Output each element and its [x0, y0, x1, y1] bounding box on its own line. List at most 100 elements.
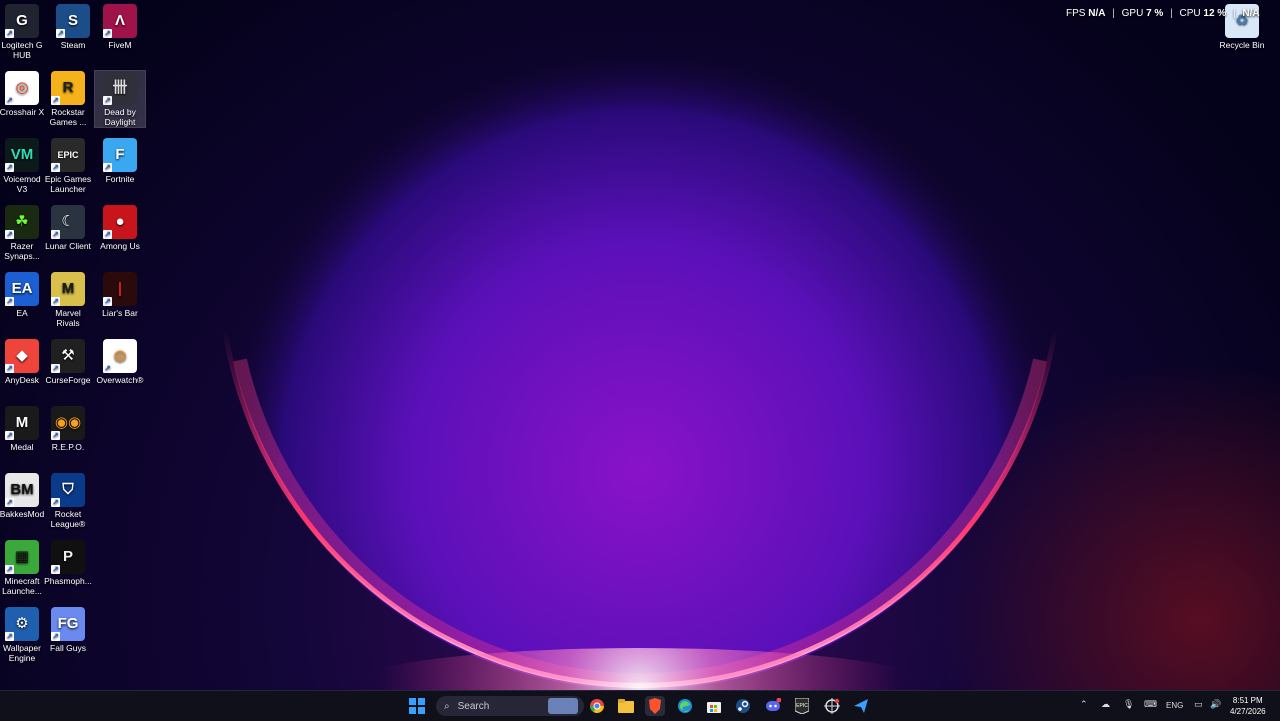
shortcut-arrow-icon: ↗	[5, 565, 14, 574]
edge-icon	[678, 699, 692, 713]
shortcut-arrow-icon: ↗	[5, 29, 14, 38]
desktop-icon-label: Rockstar Games ...	[49, 107, 87, 127]
overlay-separator: |	[1170, 8, 1173, 19]
desktop-icon-label: Steam	[60, 40, 86, 50]
desktop-wallpaper	[0, 0, 1280, 720]
desktop-icon-label: Medal	[10, 442, 34, 452]
chrome-taskbar-button[interactable]	[587, 696, 607, 716]
desktop-icon-label: Lunar Client	[45, 241, 91, 251]
show-hidden-icons-chevron-icon[interactable]: ⌃	[1080, 699, 1088, 710]
shortcut-arrow-icon: ↗	[103, 29, 112, 38]
app-icon: ⚙ ↗	[5, 607, 39, 641]
shortcut-arrow-icon: ↗	[5, 297, 14, 306]
file-explorer-taskbar-button[interactable]	[616, 696, 636, 716]
discord-taskbar-button[interactable]	[763, 696, 783, 716]
fps-value: N/A	[1088, 8, 1106, 19]
steam-taskbar-button[interactable]	[733, 696, 753, 716]
shortcut-arrow-icon: ↗	[103, 297, 112, 306]
shortcut-arrow-icon: ↗	[103, 364, 112, 373]
shortcut-arrow-icon: ↗	[51, 364, 60, 373]
desktop-icon-label: R.E.P.O.	[51, 442, 85, 452]
crosshair-icon	[824, 698, 840, 714]
desktop-icon-r-e-p-o[interactable]: ◉◉ ↗ R.E.P.O.	[43, 406, 93, 452]
keyboard-icon[interactable]: ⌨	[1144, 699, 1157, 710]
shortcut-arrow-icon: ↗	[51, 431, 60, 440]
shortcut-arrow-icon: ↗	[5, 96, 14, 105]
desktop-icon-razer-synaps[interactable]: ☘ ↗ Razer Synaps...	[0, 205, 47, 261]
app-icon: P ↗	[51, 540, 85, 574]
desktop-icon-bakkesmod[interactable]: BM ↗ BakkesMod	[0, 473, 47, 519]
desktop-icon-fortnite[interactable]: F ↗ Fortnite	[95, 138, 145, 184]
desktop-icon-among-us[interactable]: ● ↗ Among Us	[95, 205, 145, 251]
desktop-icon-label: Fall Guys	[50, 643, 86, 653]
store-taskbar-button[interactable]	[704, 696, 724, 716]
desktop-icon-curseforge[interactable]: ⚒ ↗ CurseForge	[43, 339, 93, 385]
app-icon: 卌 ↗	[103, 71, 137, 105]
desktop-icon-wallpaper-engine[interactable]: ⚙ ↗ Wallpaper Engine	[0, 607, 47, 663]
desktop-icon-label: Voicemod V3	[3, 174, 41, 194]
desktop-icon-label: Overwatch®	[96, 375, 144, 385]
discord-icon	[766, 698, 781, 711]
app-icon: Λ ↗	[103, 4, 137, 38]
store-bag-icon	[707, 702, 721, 713]
desktop-icon-phasmoph[interactable]: P ↗ Phasmoph...	[43, 540, 93, 586]
desktop-icon-medal[interactable]: M ↗ Medal	[0, 406, 47, 452]
crosshair-x-taskbar-button[interactable]	[822, 696, 842, 716]
desktop-icon-fall-guys[interactable]: FG ↗ Fall Guys	[43, 607, 93, 653]
desktop-icon-dead-by-daylight[interactable]: 卌 ↗ Dead by Daylight	[94, 70, 146, 128]
app-icon: ◆ ↗	[5, 339, 39, 373]
search-highlight-icon	[548, 698, 578, 714]
desktop-icon-rocket-league[interactable]: ⛉ ↗ Rocket League®	[43, 473, 93, 529]
brave-lion-icon	[649, 698, 661, 714]
desktop-icon-anydesk[interactable]: ◆ ↗ AnyDesk	[0, 339, 47, 385]
desktop-icon-lunar-client[interactable]: ☾ ↗ Lunar Client	[43, 205, 93, 251]
desktop-icon-rockstar-games[interactable]: R ↗ Rockstar Games ...	[43, 71, 93, 127]
network-icon[interactable]: ▭	[1194, 699, 1203, 710]
desktop-icon-minecraft-launche[interactable]: ▦ ↗ Minecraft Launche...	[0, 540, 47, 596]
cpu-label: CPU	[1179, 8, 1201, 19]
epic-games-taskbar-button[interactable]: EPIC	[792, 696, 812, 716]
app-icon: ☾ ↗	[51, 205, 85, 239]
onedrive-cloud-icon[interactable]: ☁	[1101, 699, 1110, 710]
app-icon: ▦ ↗	[5, 540, 39, 574]
desktop-icon-label: EA	[16, 308, 28, 318]
shortcut-arrow-icon: ↗	[5, 364, 14, 373]
microphone-icon[interactable]: 🎙	[1123, 699, 1134, 710]
taskbar-search-box[interactable]: ⌕ Search	[436, 696, 584, 716]
app-icon: ◎ ↗	[5, 71, 39, 105]
edge-taskbar-button[interactable]	[675, 696, 695, 716]
desktop-icon-overwatch[interactable]: ◍ ↗ Overwatch®	[95, 339, 145, 385]
app-icon: FG ↗	[51, 607, 85, 641]
language-indicator[interactable]: ENG	[1166, 701, 1183, 710]
desktop-icon-epic-games-launcher[interactable]: EPIC ↗ Epic Games Launcher	[43, 138, 93, 194]
desktop-icon-label: Fortnite	[105, 174, 135, 184]
desktop-icon-ea[interactable]: EA ↗ EA	[0, 272, 47, 318]
start-button[interactable]	[407, 696, 427, 716]
desktop-icon-label: Logitech G HUB	[1, 40, 43, 60]
shortcut-arrow-icon: ↗	[51, 565, 60, 574]
epic-games-icon: EPIC	[795, 698, 809, 714]
desktop-icon-label: Dead by Daylight	[104, 107, 136, 127]
desktop-icon-fivem[interactable]: Λ ↗ FiveM	[95, 4, 145, 50]
shortcut-arrow-icon: ↗	[103, 163, 112, 172]
folder-icon	[618, 699, 634, 713]
send-icon	[854, 699, 868, 713]
desktop-icon-label: Among Us	[100, 241, 140, 251]
shortcut-arrow-icon: ↗	[103, 230, 112, 239]
brave-taskbar-button[interactable]	[645, 696, 665, 716]
gpu-label: GPU	[1121, 8, 1144, 19]
shortcut-arrow-icon: ↗	[51, 297, 60, 306]
shortcut-arrow-icon: ↗	[5, 163, 14, 172]
desktop-icon-crosshair-x[interactable]: ◎ ↗ Crosshair X	[0, 71, 47, 117]
desktop-icon-voicemod-v3[interactable]: VM ↗ Voicemod V3	[0, 138, 47, 194]
desktop-icon-steam[interactable]: S ↗ Steam	[48, 4, 98, 50]
desktop-icon-logitech-g-hub[interactable]: G ↗ Logitech G HUB	[0, 4, 47, 60]
search-icon: ⌕	[444, 700, 450, 712]
desktop-icon-marvel-rivals[interactable]: M ↗ Marvel Rivals	[43, 272, 93, 328]
app-icon: ☘ ↗	[5, 205, 39, 239]
desktop-icon-liar-s-bar[interactable]: | ↗ Liar's Bar	[95, 272, 145, 318]
clock[interactable]: 8:51 PM 4/27/2026	[1230, 695, 1266, 717]
volume-icon[interactable]: 🔊	[1210, 699, 1221, 710]
shortcut-arrow-icon: ↗	[51, 498, 60, 507]
steam-vr-taskbar-button[interactable]	[851, 696, 871, 716]
